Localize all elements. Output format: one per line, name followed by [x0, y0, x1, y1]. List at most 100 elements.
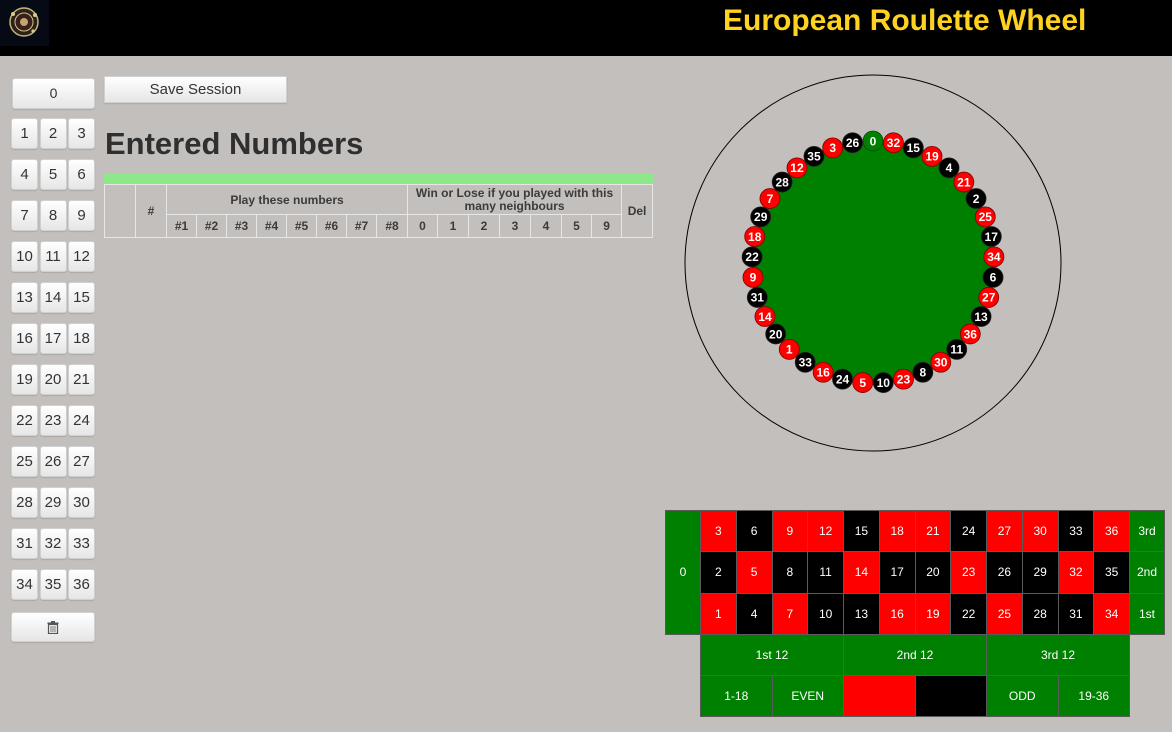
keypad-number-button[interactable]: 27 [68, 446, 95, 477]
board-number-cell[interactable]: 13 [843, 592, 880, 635]
keypad-number-button[interactable]: 23 [39, 405, 67, 436]
board-outside-bet[interactable]: 1-18 [700, 675, 773, 718]
neighbour-column-header: 2 [468, 214, 501, 238]
board-number-cell[interactable]: 35 [1093, 551, 1130, 594]
keypad-number-button[interactable]: 8 [39, 200, 67, 231]
board-number-cell[interactable]: 28 [1021, 592, 1059, 635]
board-number-cell[interactable]: 32 [1057, 551, 1095, 594]
wheel-pocket-label: 5 [859, 376, 866, 390]
keypad-number-button[interactable]: 28 [11, 487, 38, 518]
keypad-number-button[interactable]: 3 [68, 118, 95, 149]
board-number-cell[interactable]: 15 [843, 510, 880, 553]
keypad-number-button[interactable]: 14 [39, 282, 67, 313]
wheel-pocket: 22 [741, 246, 763, 268]
keypad-number-button[interactable]: 25 [11, 446, 38, 477]
keypad-number-button[interactable]: 36 [68, 569, 95, 600]
keypad-number-button[interactable]: 18 [68, 323, 95, 354]
board-number-cell[interactable]: 7 [771, 592, 809, 635]
wheel-pocket-label: 18 [748, 230, 762, 244]
keypad-number-button[interactable]: 30 [68, 487, 95, 518]
board-number-cell[interactable]: 1 [700, 592, 737, 635]
keypad-number-button[interactable]: 24 [68, 405, 95, 436]
board-number-cell[interactable]: 33 [1057, 510, 1095, 553]
play-column-header: #7 [346, 214, 377, 238]
board-number-cell[interactable]: 18 [878, 510, 916, 553]
keypad-number-button[interactable]: 1 [11, 118, 38, 149]
board-number-cell[interactable]: 16 [878, 592, 916, 635]
keypad-number-button[interactable]: 19 [11, 364, 38, 395]
board-number-cell[interactable]: 3 [700, 510, 737, 553]
board-number-cell[interactable]: 4 [735, 592, 773, 635]
keypad-number-button[interactable]: 9 [68, 200, 95, 231]
board-number-cell[interactable]: 14 [843, 551, 880, 594]
keypad-number-button[interactable]: 20 [39, 364, 67, 395]
keypad-number-button[interactable]: 2 [39, 118, 67, 149]
keypad-number-button[interactable]: 21 [68, 364, 95, 395]
board-column-bet[interactable]: 3rd [1129, 510, 1165, 553]
board-black-bet[interactable] [914, 675, 987, 718]
board-number-cell[interactable]: 29 [1021, 551, 1059, 594]
keypad-number-button[interactable]: 13 [11, 282, 38, 313]
board-zero-cell[interactable]: 0 [665, 510, 701, 635]
keypad-number-button[interactable]: 6 [68, 159, 95, 190]
board-number-cell[interactable]: 31 [1057, 592, 1095, 635]
board-number-cell[interactable]: 6 [735, 510, 773, 553]
board-number-cell[interactable]: 10 [807, 592, 844, 635]
keypad-number-button[interactable]: 12 [68, 241, 95, 272]
board-number-cell[interactable]: 12 [807, 510, 844, 553]
board-number-cell[interactable]: 21 [914, 510, 952, 553]
board-number-cell[interactable]: 5 [735, 551, 773, 594]
keypad-number-button[interactable]: 17 [39, 323, 67, 354]
keypad-number-button[interactable]: 11 [39, 241, 67, 272]
keypad-number-button[interactable]: 4 [11, 159, 38, 190]
board-number-cell[interactable]: 2 [700, 551, 737, 594]
save-session-button[interactable]: Save Session [104, 76, 287, 103]
board-outside-bet[interactable]: ODD [986, 675, 1059, 718]
board-red-bet[interactable] [843, 675, 916, 718]
board-number-cell[interactable]: 17 [878, 551, 916, 594]
keypad-number-button[interactable]: 16 [11, 323, 38, 354]
keypad-number-button[interactable]: 31 [11, 528, 38, 559]
keypad-number-button[interactable]: 34 [11, 569, 38, 600]
board-number-cell[interactable]: 30 [1021, 510, 1059, 553]
board-number-cell[interactable]: 25 [986, 592, 1023, 635]
wheel-pocket: 17 [980, 226, 1002, 247]
keypad-number-button[interactable]: 26 [39, 446, 67, 477]
wheel-pocket: 24 [832, 368, 853, 390]
board-dozen-bet[interactable]: 2nd 12 [843, 633, 987, 677]
keypad-zero-button[interactable]: 0 [12, 78, 95, 109]
keypad-number-button[interactable]: 33 [68, 528, 95, 559]
keypad-number-button[interactable]: 35 [39, 569, 67, 600]
keypad-number-button[interactable]: 7 [11, 200, 38, 231]
keypad-number-button[interactable]: 22 [11, 405, 38, 436]
keypad-number-button[interactable]: 5 [39, 159, 67, 190]
top-bar: European Roulette Wheel [0, 0, 1172, 56]
board-dozen-bet[interactable]: 1st 12 [700, 633, 844, 677]
board-outside-bet[interactable]: EVEN [771, 675, 844, 718]
board-dozen-bet[interactable]: 3rd 12 [986, 633, 1130, 677]
wheel-pocket: 9 [742, 266, 764, 288]
board-column-bet[interactable]: 1st [1129, 592, 1165, 635]
keypad-number-button[interactable]: 29 [39, 487, 67, 518]
board-number-cell[interactable]: 23 [950, 551, 987, 594]
keypad-number-button[interactable]: 15 [68, 282, 95, 313]
clear-button[interactable] [11, 612, 95, 642]
board-number-cell[interactable]: 34 [1093, 592, 1130, 635]
board-number-cell[interactable]: 27 [986, 510, 1023, 553]
roulette-logo-icon [0, 0, 49, 46]
board-number-cell[interactable]: 9 [771, 510, 809, 553]
board-column-bet[interactable]: 2nd [1129, 551, 1165, 594]
board-number-cell[interactable]: 8 [771, 551, 809, 594]
board-number-cell[interactable]: 19 [914, 592, 952, 635]
board-number-cell[interactable]: 36 [1093, 510, 1130, 553]
board-number-cell[interactable]: 26 [986, 551, 1023, 594]
board-number-cell[interactable]: 20 [914, 551, 952, 594]
keypad-number-button[interactable]: 32 [39, 528, 67, 559]
keypad-number-button[interactable]: 10 [11, 241, 38, 272]
wheel-pocket: 33 [794, 351, 816, 373]
board-number-cell[interactable]: 22 [950, 592, 987, 635]
board-outside-bet[interactable]: 19-36 [1057, 675, 1130, 718]
board-number-cell[interactable]: 11 [807, 551, 844, 594]
play-column-header: #3 [226, 214, 257, 238]
board-number-cell[interactable]: 24 [950, 510, 987, 553]
